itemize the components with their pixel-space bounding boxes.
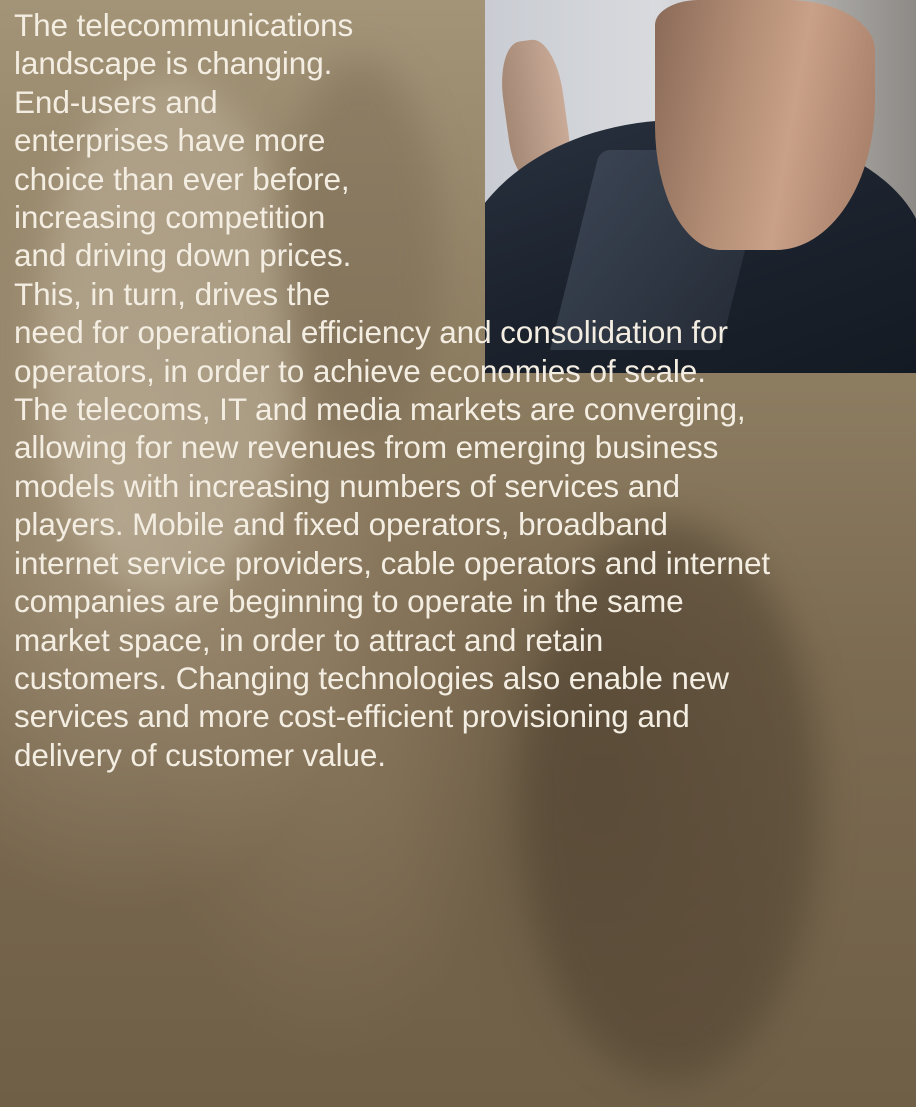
article-body: The telecommunications landscape is chan… [14,6,914,774]
text-line: models with increasing numbers of servic… [14,467,680,504]
text-line: increasing competition [14,199,326,236]
text-line: choice than ever before, [14,160,350,197]
text-line: services and more cost-efficient provisi… [14,698,690,735]
text-line: This, in turn, drives the [14,275,331,312]
text-line: companies are beginning to operate in th… [14,583,684,620]
text-line: customers. Changing technologies also en… [14,659,729,696]
text-line: The telecommunications [14,7,354,43]
text-line: landscape is changing. [14,45,333,82]
text-line: players. Mobile and fixed operators, bro… [14,506,668,543]
text-line: need for operational efficiency and cons… [14,314,728,351]
document-page: The telecommunications landscape is chan… [0,0,916,1107]
text-line: enterprises have more [14,122,326,159]
text-line: The telecoms, IT and media markets are c… [14,391,746,428]
text-line: and driving down prices. [14,237,352,274]
text-line: End-users and [14,83,218,120]
text-line: operators, in order to achieve economies… [14,352,706,389]
text-line: market space, in order to attract and re… [14,621,604,658]
text-line: delivery of customer value. [14,736,386,773]
text-line: internet service providers, cable operat… [14,544,771,581]
text-line: allowing for new revenues from emerging … [14,429,719,466]
